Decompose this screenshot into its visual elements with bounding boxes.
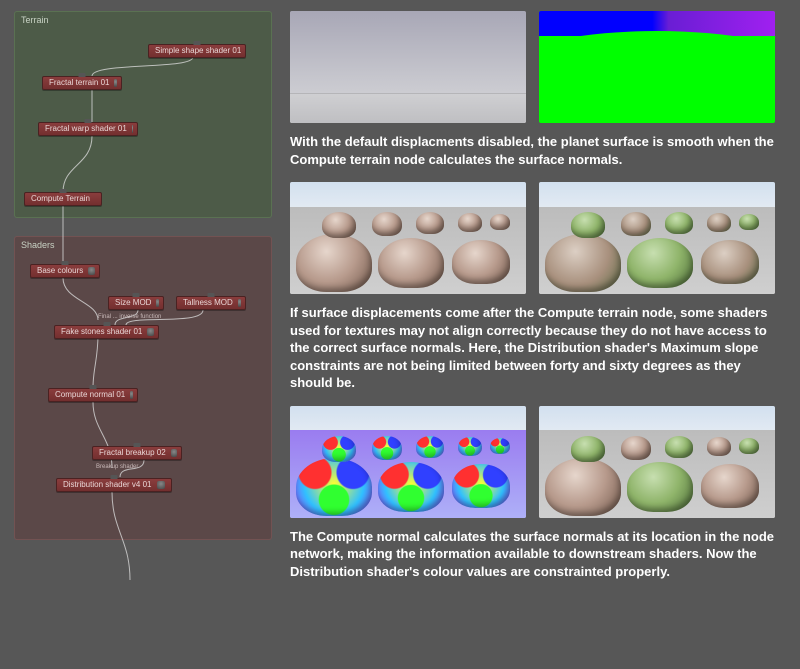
node-fractal-breakup[interactable]: Fractal breakup 02 bbox=[92, 446, 182, 460]
node-fractal-terrain[interactable]: Fractal terrain 01 bbox=[42, 76, 122, 90]
node-compute-normal[interactable]: Compute normal 01 bbox=[48, 388, 138, 402]
render-stones-wrong-distribution bbox=[539, 182, 775, 294]
caption-row-2: If surface displacements come after the … bbox=[290, 304, 786, 392]
port-icon bbox=[171, 449, 177, 457]
port-icon bbox=[88, 267, 95, 275]
render-stones-normals bbox=[290, 406, 526, 518]
helper-label-breakup: Breakup shader bbox=[96, 464, 138, 470]
node-fractal-warp[interactable]: Fractal warp shader 01 bbox=[38, 122, 138, 136]
example-row-1: With the default displacments disabled, … bbox=[290, 11, 786, 168]
port-icon bbox=[147, 328, 154, 336]
node-compute-terrain[interactable]: Compute Terrain bbox=[24, 192, 102, 206]
render-flat-diffuse bbox=[290, 11, 526, 123]
port-icon bbox=[114, 79, 117, 87]
node-size-mod[interactable]: Size MOD bbox=[108, 296, 164, 310]
node-graph[interactable]: Terrain Shaders Simple shape shader 01 F… bbox=[0, 0, 284, 669]
node-simple-shape[interactable]: Simple shape shader 01 bbox=[148, 44, 246, 58]
port-icon bbox=[132, 125, 133, 133]
render-flat-normal bbox=[539, 11, 775, 123]
node-base-colours[interactable]: Base colours bbox=[30, 264, 100, 278]
caption-row-1: With the default displacments disabled, … bbox=[290, 133, 786, 168]
example-row-2: If surface displacements come after the … bbox=[290, 182, 786, 392]
node-fake-stones[interactable]: Fake stones shader 01 bbox=[54, 325, 159, 339]
port-icon bbox=[157, 481, 165, 489]
group-shaders-title: Shaders bbox=[21, 240, 55, 250]
group-terrain-title: Terrain bbox=[21, 15, 49, 25]
port-icon bbox=[238, 299, 241, 307]
helper-label: Final ... inverse function bbox=[98, 314, 161, 320]
render-stones-wrong-diffuse bbox=[290, 182, 526, 294]
port-icon bbox=[156, 299, 159, 307]
example-row-3: The Compute normal calculates the surfac… bbox=[290, 406, 786, 581]
port-icon bbox=[130, 391, 133, 399]
node-distribution-shader[interactable]: Distribution shader v4 01 bbox=[56, 478, 172, 492]
explanation-column: With the default displacments disabled, … bbox=[284, 0, 800, 669]
node-tallness-mod[interactable]: Tallness MOD bbox=[176, 296, 246, 310]
group-terrain: Terrain bbox=[14, 11, 272, 218]
render-stones-correct-distribution bbox=[539, 406, 775, 518]
caption-row-3: The Compute normal calculates the surfac… bbox=[290, 528, 786, 581]
